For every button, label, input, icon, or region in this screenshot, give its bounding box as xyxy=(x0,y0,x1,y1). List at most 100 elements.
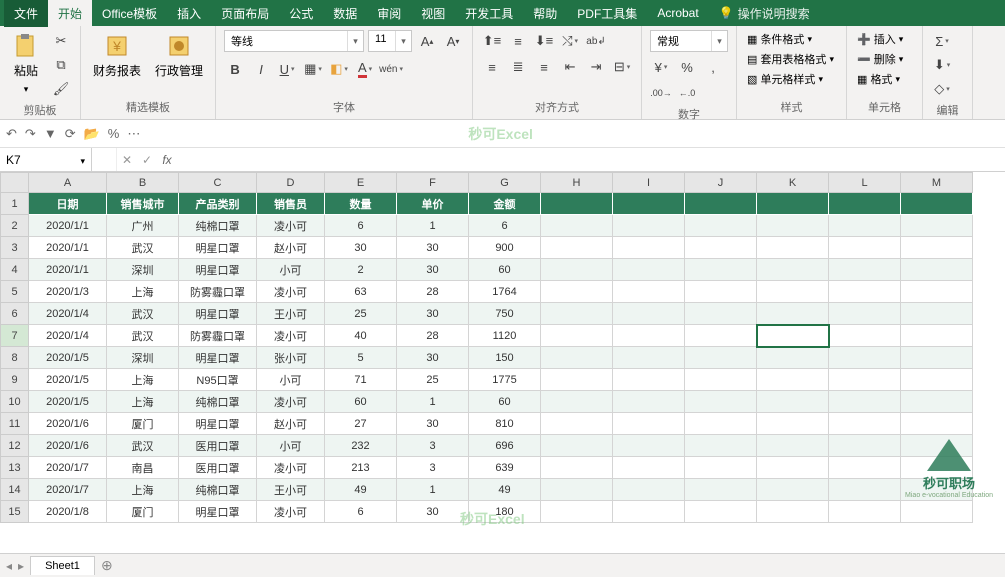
cell[interactable] xyxy=(613,237,685,259)
cell[interactable]: 2020/1/5 xyxy=(29,391,107,413)
cell[interactable]: 2020/1/5 xyxy=(29,369,107,391)
cell[interactable] xyxy=(613,215,685,237)
cell[interactable]: 180 xyxy=(469,501,541,523)
cell[interactable]: 凌小可 xyxy=(257,391,325,413)
cell[interactable] xyxy=(901,369,973,391)
paste-button[interactable]: 粘贴 xyxy=(8,30,44,97)
cell[interactable] xyxy=(757,259,829,281)
cell[interactable]: 南昌 xyxy=(107,457,179,479)
more-icon[interactable]: ⋯ xyxy=(127,126,140,142)
cell[interactable]: 6 xyxy=(325,501,397,523)
cell[interactable] xyxy=(685,325,757,347)
column-header[interactable]: G xyxy=(469,173,541,193)
cell[interactable] xyxy=(829,369,901,391)
comma-button[interactable]: , xyxy=(702,56,724,78)
cell[interactable]: 1 xyxy=(397,215,469,237)
align-top-button[interactable]: ⬆≡ xyxy=(481,30,503,52)
insert-cells-button[interactable]: ➕插入 xyxy=(855,30,905,48)
tab-home[interactable]: 开始 xyxy=(48,0,92,27)
cell[interactable]: 2020/1/7 xyxy=(29,479,107,501)
cell[interactable]: 凌小可 xyxy=(257,457,325,479)
percent-button[interactable]: % xyxy=(676,56,698,78)
cell[interactable]: 639 xyxy=(469,457,541,479)
cell[interactable]: 医用口罩 xyxy=(179,435,257,457)
header-cell[interactable] xyxy=(757,193,829,215)
cell[interactable]: 28 xyxy=(397,281,469,303)
select-all-corner[interactable] xyxy=(1,173,29,193)
cell[interactable]: 厦门 xyxy=(107,413,179,435)
cell[interactable]: 赵小可 xyxy=(257,413,325,435)
cell[interactable] xyxy=(613,347,685,369)
cell[interactable]: 2020/1/1 xyxy=(29,259,107,281)
cell[interactable] xyxy=(613,479,685,501)
cell[interactable]: 明星口罩 xyxy=(179,413,257,435)
fill-color-button[interactable]: ◧ xyxy=(328,58,350,80)
cell[interactable] xyxy=(757,413,829,435)
cell[interactable] xyxy=(541,457,613,479)
cell[interactable]: 27 xyxy=(325,413,397,435)
column-header[interactable]: B xyxy=(107,173,179,193)
cell[interactable] xyxy=(829,457,901,479)
cell[interactable]: 30 xyxy=(397,347,469,369)
header-cell[interactable] xyxy=(541,193,613,215)
cell[interactable] xyxy=(901,347,973,369)
cell[interactable] xyxy=(829,325,901,347)
row-header[interactable]: 15 xyxy=(1,501,29,523)
cell[interactable] xyxy=(685,435,757,457)
cell[interactable]: 深圳 xyxy=(107,259,179,281)
cell[interactable] xyxy=(541,391,613,413)
cell[interactable] xyxy=(757,237,829,259)
cell[interactable]: 张小可 xyxy=(257,347,325,369)
filter-icon[interactable]: ▼ xyxy=(44,126,57,141)
cell[interactable] xyxy=(829,303,901,325)
cell[interactable]: 60 xyxy=(469,391,541,413)
cell[interactable] xyxy=(829,215,901,237)
cell[interactable]: 213 xyxy=(325,457,397,479)
cell[interactable]: 2020/1/4 xyxy=(29,303,107,325)
align-center-button[interactable]: ≣ xyxy=(507,56,529,78)
header-cell[interactable]: 销售城市 xyxy=(107,193,179,215)
format-cells-button[interactable]: ▦格式 xyxy=(855,70,902,88)
cell[interactable]: 30 xyxy=(325,237,397,259)
cell[interactable]: 赵小可 xyxy=(257,237,325,259)
cell[interactable] xyxy=(685,215,757,237)
name-box[interactable]: K7 xyxy=(0,148,92,171)
cell[interactable] xyxy=(685,413,757,435)
row-header[interactable]: 2 xyxy=(1,215,29,237)
sheet-nav-next[interactable]: ▸ xyxy=(18,559,24,573)
align-bottom-button[interactable]: ⬇≡ xyxy=(533,30,555,52)
font-name-combo[interactable]: 等线 xyxy=(224,30,364,52)
worksheet-grid[interactable]: ABCDEFGHIJKLM1日期销售城市产品类别销售员数量单价金额22020/1… xyxy=(0,172,1005,535)
cell[interactable]: 71 xyxy=(325,369,397,391)
cell[interactable]: 纯棉口罩 xyxy=(179,391,257,413)
decrease-decimal-button[interactable]: ←.0 xyxy=(676,82,698,104)
cell[interactable] xyxy=(685,259,757,281)
cell[interactable] xyxy=(829,413,901,435)
cell[interactable] xyxy=(613,501,685,523)
cell[interactable]: 纯棉口罩 xyxy=(179,215,257,237)
cell[interactable]: 2020/1/7 xyxy=(29,457,107,479)
cell[interactable]: 63 xyxy=(325,281,397,303)
cell[interactable]: 厦门 xyxy=(107,501,179,523)
tab-page-layout[interactable]: 页面布局 xyxy=(211,0,279,27)
add-sheet-button[interactable]: ⊕ xyxy=(101,557,113,574)
cell[interactable] xyxy=(541,347,613,369)
column-header[interactable]: H xyxy=(541,173,613,193)
cell[interactable] xyxy=(613,259,685,281)
cell[interactable] xyxy=(541,501,613,523)
row-header[interactable]: 8 xyxy=(1,347,29,369)
cell[interactable]: 30 xyxy=(397,303,469,325)
row-header[interactable]: 12 xyxy=(1,435,29,457)
decrease-font-button[interactable]: A▾ xyxy=(442,30,464,52)
tab-formulas[interactable]: 公式 xyxy=(279,0,323,27)
header-cell[interactable]: 日期 xyxy=(29,193,107,215)
column-header[interactable]: J xyxy=(685,173,757,193)
clear-button[interactable]: ◇ xyxy=(931,78,953,100)
column-header[interactable]: L xyxy=(829,173,901,193)
open-icon[interactable]: 📂 xyxy=(84,126,100,142)
cell[interactable] xyxy=(901,281,973,303)
copy-button[interactable]: ⧉ xyxy=(50,54,72,76)
cell[interactable] xyxy=(685,457,757,479)
cell[interactable] xyxy=(541,479,613,501)
cell[interactable] xyxy=(685,281,757,303)
